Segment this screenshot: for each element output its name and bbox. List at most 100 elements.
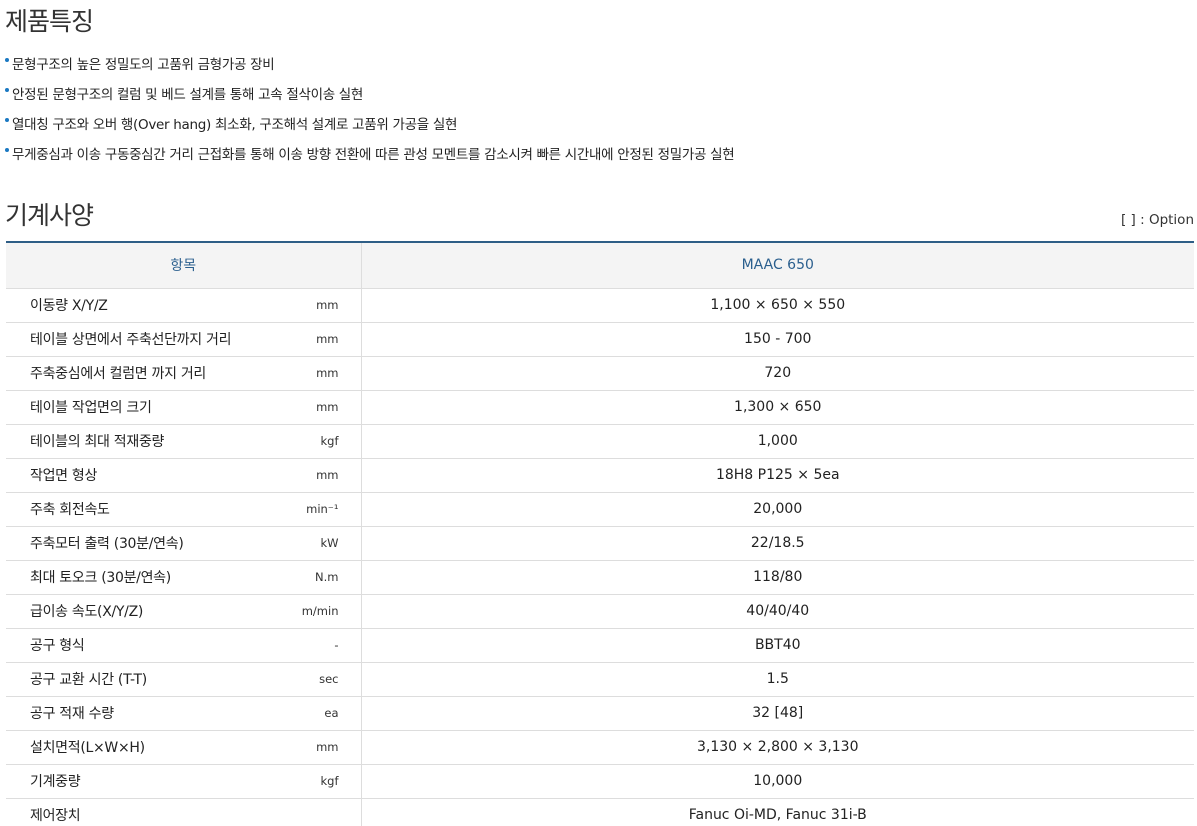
spec-unit: mm	[316, 298, 339, 312]
table-row: 이동량 X/Y/Z mm 1,100 × 650 × 550	[6, 288, 1194, 323]
spec-unit: kW	[320, 536, 339, 550]
spec-value: 150 - 700	[361, 322, 1194, 357]
spec-value: 720	[361, 356, 1194, 391]
spec-item-cell: 주축중심에서 컬럼면 까지 거리 mm	[6, 356, 362, 391]
spec-label: 급이송 속도(X/Y/Z)	[30, 604, 144, 620]
table-row: 제어장치 Fanuc Oi-MD, Fanuc 31i-B	[6, 798, 1194, 826]
spec-unit: ea	[324, 706, 339, 720]
table-row: 급이송 속도(X/Y/Z) m/min 40/40/40	[6, 594, 1194, 629]
feature-item: 문형구조의 높은 정밀도의 고품위 금형가공 장비	[5, 54, 734, 84]
spec-label: 설치면적(L×W×H)	[30, 740, 145, 756]
spec-unit: kgf	[320, 434, 339, 448]
spec-label: 제어장치	[30, 807, 81, 824]
table-row: 공구 교환 시간 (T-T) sec 1.5	[6, 662, 1194, 697]
spec-item-wrap: 설치면적(L×W×H) mm	[30, 737, 339, 757]
spec-item-wrap: 최대 토오크 (30분/연속) N.m	[30, 567, 339, 587]
table-row: 기계중량 kgf 10,000	[6, 764, 1194, 799]
table-row: 설치면적(L×W×H) mm 3,130 × 2,800 × 3,130	[6, 730, 1194, 765]
table-row: 주축중심에서 컬럼면 까지 거리 mm 720	[6, 356, 1194, 391]
table-row: 공구 적재 수량 ea 32 [48]	[6, 696, 1194, 731]
spec-label: 주축모터 출력 (30분/연속)	[30, 536, 184, 552]
bullet-dot-icon	[5, 58, 9, 62]
spec-value: 10,000	[361, 764, 1194, 799]
spec-item-wrap: 이동량 X/Y/Z mm	[30, 295, 339, 315]
spec-item-wrap: 작업면 형상 mm	[30, 465, 339, 485]
spec-value: BBT40	[361, 628, 1194, 663]
spec-item-cell: 테이블 상면에서 주축선단까지 거리 mm	[6, 322, 362, 357]
spec-value: 1.5	[361, 662, 1194, 697]
bullet-dot-icon	[5, 148, 9, 152]
spec-unit: min⁻¹	[306, 502, 339, 516]
spec-item-cell: 설치면적(L×W×H) mm	[6, 730, 362, 765]
spec-item-cell: 공구 교환 시간 (T-T) sec	[6, 662, 362, 697]
header-item: 항목	[6, 242, 362, 289]
spec-label: 테이블 상면에서 주축선단까지 거리	[30, 332, 232, 348]
feature-item: 무게중심과 이송 구동중심간 거리 근접화를 통해 이송 방향 전환에 따른 관…	[5, 144, 735, 174]
spec-item-cell: 급이송 속도(X/Y/Z) m/min	[6, 594, 362, 629]
spec-value: 1,100 × 650 × 550	[361, 288, 1194, 323]
spec-value: 20,000	[361, 492, 1194, 527]
spec-value: 22/18.5	[361, 526, 1194, 561]
spec-page: 제품특징 문형구조의 높은 정밀도의 고품위 금형가공 장비 안정된 문형구조의…	[0, 0, 1197, 826]
spec-value: 1,000	[361, 424, 1194, 459]
features-title: 제품특징	[5, 7, 94, 36]
spec-item-cell: 작업면 형상 mm	[6, 458, 362, 493]
spec-item-cell: 테이블 작업면의 크기 mm	[6, 390, 362, 425]
spec-item-wrap: 공구 적재 수량 ea	[30, 703, 339, 723]
spec-unit: kgf	[320, 774, 339, 788]
spec-label: 공구 형식	[30, 638, 85, 654]
spec-item-wrap: 테이블 작업면의 크기 mm	[30, 397, 339, 417]
spec-value: Fanuc Oi-MD, Fanuc 31i-B	[361, 798, 1194, 826]
table-row: 테이블 작업면의 크기 mm 1,300 × 650	[6, 390, 1194, 425]
spec-label: 공구 교환 시간 (T-T)	[30, 672, 147, 688]
spec-item-cell: 최대 토오크 (30분/연속) N.m	[6, 560, 362, 595]
spec-value: 3,130 × 2,800 × 3,130	[361, 730, 1194, 765]
spec-item-wrap: 주축 회전속도 min⁻¹	[30, 499, 339, 519]
spec-item-cell: 공구 형식 -	[6, 628, 362, 663]
spec-label: 이동량 X/Y/Z	[30, 298, 108, 314]
spec-item-wrap: 공구 교환 시간 (T-T) sec	[30, 669, 339, 689]
spec-item-wrap: 테이블 상면에서 주축선단까지 거리 mm	[30, 329, 339, 349]
spec-label: 공구 적재 수량	[30, 706, 114, 722]
table-row: 주축 회전속도 min⁻¹ 20,000	[6, 492, 1194, 527]
spec-item-cell: 주축 회전속도 min⁻¹	[6, 492, 362, 527]
feature-item: 열대칭 구조와 오버 행(Over hang) 최소화, 구조해석 설계로 고품…	[5, 114, 734, 144]
spec-unit: mm	[316, 740, 339, 754]
spec-label: 주축 회전속도	[30, 502, 110, 518]
spec-unit: m/min	[301, 604, 339, 618]
table-row: 테이블 상면에서 주축선단까지 거리 mm 150 - 700	[6, 322, 1194, 357]
bullet-dot-icon	[5, 118, 9, 122]
spec-item-cell: 테이블의 최대 적재중량 kgf	[6, 424, 362, 459]
spec-item-wrap: 주축모터 출력 (30분/연속) kW	[30, 533, 339, 553]
specs-title: 기계사양	[5, 201, 94, 230]
spec-value: 118/80	[361, 560, 1194, 595]
spec-unit: N.m	[315, 570, 339, 584]
spec-item-wrap: 급이송 속도(X/Y/Z) m/min	[30, 601, 339, 621]
table-header-row: 항목 MAAC 650	[6, 242, 1194, 289]
table-row: 공구 형식 - BBT40	[6, 628, 1194, 663]
spec-label: 기계중량	[30, 774, 81, 790]
spec-item-cell: 이동량 X/Y/Z mm	[6, 288, 362, 323]
spec-item-wrap: 제어장치	[30, 805, 339, 825]
table-row: 최대 토오크 (30분/연속) N.m 118/80	[6, 560, 1194, 595]
bullet-dot-icon	[5, 88, 9, 92]
table-row: 작업면 형상 mm 18H8 P125 × 5ea	[6, 458, 1194, 493]
header-model: MAAC 650	[361, 242, 1194, 289]
spec-item-cell: 주축모터 출력 (30분/연속) kW	[6, 526, 362, 561]
spec-item-cell: 제어장치	[6, 798, 362, 826]
table-row: 주축모터 출력 (30분/연속) kW 22/18.5	[6, 526, 1194, 561]
features-list: 문형구조의 높은 정밀도의 고품위 금형가공 장비 안정된 문형구조의 컬럼 및…	[5, 54, 735, 174]
option-note: [ ] : Option	[1120, 212, 1194, 228]
spec-item-wrap: 공구 형식 -	[30, 635, 339, 655]
spec-item-cell: 공구 적재 수량 ea	[6, 696, 362, 731]
spec-value: 18H8 P125 × 5ea	[361, 458, 1194, 493]
spec-label: 작업면 형상	[30, 468, 98, 484]
spec-unit: mm	[316, 468, 339, 482]
spec-label: 주축중심에서 컬럼면 까지 거리	[30, 366, 206, 382]
spec-item-wrap: 기계중량 kgf	[30, 771, 339, 791]
spec-item-wrap: 주축중심에서 컬럼면 까지 거리 mm	[30, 363, 339, 383]
spec-item-cell: 기계중량 kgf	[6, 764, 362, 799]
spec-label: 최대 토오크 (30분/연속)	[30, 570, 171, 586]
spec-unit: sec	[319, 672, 339, 686]
feature-item: 안정된 문형구조의 컬럼 및 베드 설계를 통해 고속 절삭이송 실현	[5, 84, 734, 114]
